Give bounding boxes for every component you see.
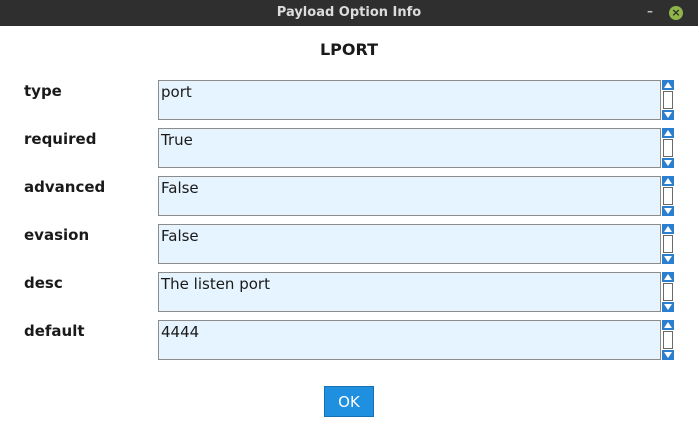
value-evasion: False <box>161 227 199 245</box>
scrollbar-type[interactable] <box>662 80 674 120</box>
field-advanced[interactable]: False <box>158 176 661 216</box>
field-type[interactable]: port <box>158 80 661 120</box>
label-default: default <box>24 322 85 340</box>
close-icon[interactable]: × <box>669 6 683 20</box>
value-default: 4444 <box>161 323 200 341</box>
label-evasion: evasion <box>24 226 90 244</box>
scroll-up-arrow-icon[interactable] <box>662 128 674 138</box>
value-required: True <box>161 131 193 149</box>
scroll-thumb[interactable] <box>663 235 673 253</box>
scroll-thumb[interactable] <box>663 283 673 301</box>
field-default[interactable]: 4444 <box>158 320 661 360</box>
scrollbar-advanced[interactable] <box>662 176 674 216</box>
minimize-icon[interactable]: – <box>643 5 657 20</box>
value-desc: The listen port <box>161 275 270 293</box>
scrollbar-default[interactable] <box>662 320 674 360</box>
scrollbar-desc[interactable] <box>662 272 674 312</box>
dialog-content: LPORT type port required True advanced F… <box>4 26 694 425</box>
label-advanced: advanced <box>24 178 106 196</box>
value-type: port <box>161 83 192 101</box>
field-desc[interactable]: The listen port <box>158 272 661 312</box>
scrollbar-required[interactable] <box>662 128 674 168</box>
scroll-thumb[interactable] <box>663 139 673 157</box>
scroll-up-arrow-icon[interactable] <box>662 224 674 234</box>
label-required: required <box>24 130 97 148</box>
option-name-heading: LPORT <box>319 40 379 59</box>
label-type: type <box>24 82 62 100</box>
scroll-down-arrow-icon[interactable] <box>662 206 674 216</box>
title-bar[interactable]: Payload Option Info – × <box>0 0 698 26</box>
value-advanced: False <box>161 179 199 197</box>
scrollbar-evasion[interactable] <box>662 224 674 264</box>
field-required[interactable]: True <box>158 128 661 168</box>
scroll-up-arrow-icon[interactable] <box>662 272 674 282</box>
scroll-thumb[interactable] <box>663 187 673 205</box>
scroll-down-arrow-icon[interactable] <box>662 350 674 360</box>
ok-button[interactable]: OK <box>324 386 374 417</box>
scroll-up-arrow-icon[interactable] <box>662 320 674 330</box>
scroll-up-arrow-icon[interactable] <box>662 80 674 90</box>
scroll-down-arrow-icon[interactable] <box>662 254 674 264</box>
scroll-down-arrow-icon[interactable] <box>662 110 674 120</box>
scroll-down-arrow-icon[interactable] <box>662 302 674 312</box>
scroll-up-arrow-icon[interactable] <box>662 176 674 186</box>
scroll-thumb[interactable] <box>663 91 673 109</box>
window-title: Payload Option Info <box>276 5 422 20</box>
scroll-thumb[interactable] <box>663 331 673 349</box>
field-evasion[interactable]: False <box>158 224 661 264</box>
scroll-down-arrow-icon[interactable] <box>662 158 674 168</box>
label-desc: desc <box>24 274 63 292</box>
dialog-window: Payload Option Info – × LPORT type port … <box>0 0 698 429</box>
